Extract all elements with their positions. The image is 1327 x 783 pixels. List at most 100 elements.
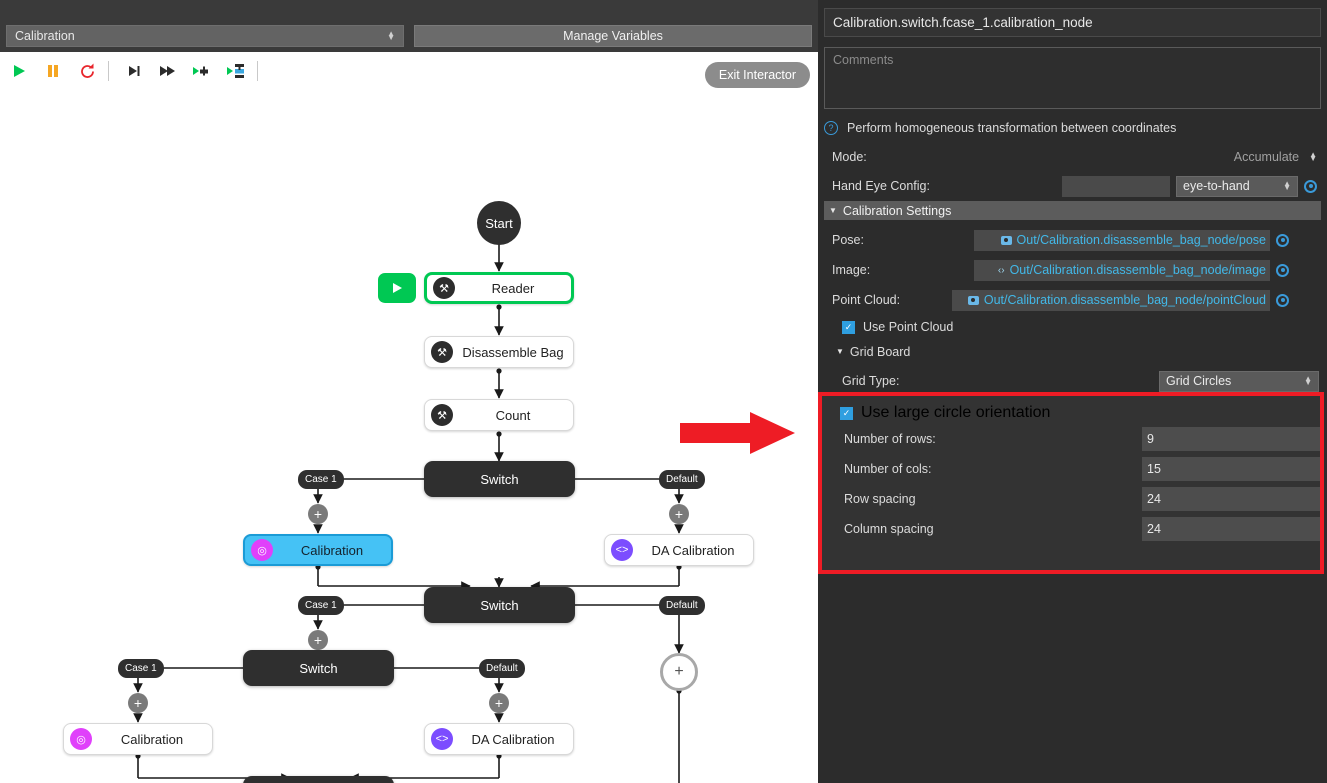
grid-type-row: Grid Type: Grid Circles ▲ ▼ <box>824 368 1321 394</box>
hand-eye-blank-field[interactable] <box>1062 175 1170 197</box>
pose-label: Pose: <box>832 233 864 247</box>
highlighted-grid-params-group: ✓ Use large circle orientation Number of… <box>818 392 1324 574</box>
port-case1-switch-1[interactable]: Case 1 <box>298 470 344 489</box>
chevron-updown-icon: ▲ ▼ <box>1304 373 1312 387</box>
flow-select-dropdown[interactable]: Calibration ▲ ▼ <box>6 25 404 47</box>
port-default-switch-3[interactable]: Default <box>479 659 525 678</box>
flow-editor-pane: Calibration ▲ ▼ Manage Variables Exit In… <box>0 0 818 783</box>
node-switch-1[interactable]: Switch <box>424 461 575 497</box>
row-spacing-value: 24 <box>1147 492 1161 506</box>
image-link-toggle[interactable] <box>1276 263 1289 277</box>
port-label: Default <box>666 600 698 611</box>
exit-interactor-button[interactable]: Exit Interactor <box>704 62 810 88</box>
calibration-settings-title: Calibration Settings <box>842 203 952 218</box>
pose-link-toggle[interactable] <box>1276 233 1289 247</box>
add-node-button[interactable]: + <box>669 504 689 524</box>
node-count[interactable]: ⚒ Count <box>424 399 574 431</box>
port-case1-switch-3[interactable]: Case 1 <box>118 659 164 678</box>
step-over-icon[interactable] <box>153 56 183 86</box>
add-node-button[interactable]: + <box>489 693 509 713</box>
calibration-settings-header[interactable]: ▼ Calibration Settings <box>824 201 1321 220</box>
node-switch-3[interactable]: Switch <box>243 650 394 686</box>
add-node-button[interactable]: + <box>308 504 328 524</box>
column-spacing-label: Column spacing <box>844 522 934 536</box>
grid-board-header[interactable]: ▼ Grid Board <box>824 342 1321 361</box>
number-of-cols-label: Number of cols: <box>844 462 932 476</box>
column-spacing-row: Column spacing 24 <box>822 514 1320 544</box>
hand-eye-link-toggle[interactable] <box>1304 179 1317 193</box>
point-cloud-value: Out/Calibration.disassemble_bag_node/poi… <box>983 293 1266 307</box>
chevron-down-icon: ▼ <box>836 347 844 356</box>
interact-icon[interactable] <box>221 56 251 86</box>
pose-row: Pose: Out/Calibration.disassemble_bag_no… <box>824 228 1321 252</box>
add-node-button[interactable]: + <box>308 630 328 650</box>
node-switch-3-label: Switch <box>299 660 338 676</box>
port-label: Default <box>486 663 518 674</box>
node-description-text: Perform homogeneous transformation betwe… <box>847 121 1177 135</box>
column-spacing-input[interactable]: 24 <box>1142 517 1320 541</box>
comments-textarea[interactable]: Comments <box>824 47 1321 109</box>
plus-icon: + <box>674 663 684 680</box>
port-case1-switch-2[interactable]: Case 1 <box>298 596 344 615</box>
number-of-cols-input[interactable]: 15 <box>1142 457 1320 481</box>
node-calibration-2-label: Calibration <box>120 731 184 747</box>
grid-type-dropdown[interactable]: Grid Circles ▲ ▼ <box>1159 370 1319 392</box>
use-point-cloud-label: Use Point Cloud <box>863 320 954 334</box>
add-node-button[interactable]: + <box>128 693 148 713</box>
flow-top-bar: Calibration ▲ ▼ Manage Variables <box>0 0 818 52</box>
number-of-rows-input[interactable]: 9 <box>1142 427 1320 451</box>
code-icon: <> <box>431 728 453 750</box>
checkbox-checked-icon[interactable]: ✓ <box>842 320 855 334</box>
run-to-node-icon[interactable] <box>187 56 217 86</box>
hand-eye-config-dropdown[interactable]: eye-to-hand ▲ ▼ <box>1176 175 1298 197</box>
node-start[interactable]: Start <box>477 201 521 245</box>
reset-icon[interactable] <box>72 56 102 86</box>
node-start-label: Start <box>485 215 513 231</box>
node-disassemble-bag[interactable]: ⚒ Disassemble Bag <box>424 336 574 368</box>
port-label: Case 1 <box>305 600 337 611</box>
use-point-cloud-row[interactable]: ✓ Use Point Cloud <box>824 316 1321 338</box>
mode-label: Mode: <box>832 150 867 164</box>
node-calibration-selected[interactable]: ◎ Calibration <box>243 534 393 566</box>
node-da-calibration-1[interactable]: <> DA Calibration <box>604 534 754 566</box>
node-switch-bottom[interactable] <box>243 776 394 783</box>
node-reader[interactable]: ⚒ Reader <box>424 272 574 304</box>
node-da-calibration-2[interactable]: <> DA Calibration <box>424 723 574 755</box>
use-large-circle-label: Use large circle orientation <box>861 404 1051 421</box>
node-switch-1-label: Switch <box>480 471 519 487</box>
point-cloud-link-toggle[interactable] <box>1276 293 1289 307</box>
run-from-here-button[interactable] <box>378 273 416 303</box>
point-cloud-link-field[interactable]: Out/Calibration.disassemble_bag_node/poi… <box>952 289 1270 311</box>
manage-variables-button[interactable]: Manage Variables <box>414 25 812 47</box>
use-large-circle-row[interactable]: ✓ Use large circle orientation <box>822 402 1320 424</box>
checkbox-checked-icon[interactable]: ✓ <box>840 406 853 420</box>
image-link-field[interactable]: ‹› Out/Calibration.disassemble_bag_node/… <box>974 259 1270 281</box>
node-path-field[interactable]: Calibration.switch.fcase_1.calibration_n… <box>824 8 1321 37</box>
app-window: Calibration ▲ ▼ Manage Variables Exit In… <box>0 0 1327 783</box>
chevron-updown-icon: ▲ ▼ <box>1283 178 1291 192</box>
step-icon[interactable] <box>119 56 149 86</box>
flow-select-value: Calibration <box>15 29 75 43</box>
node-da-calibration-1-label: DA Calibration <box>651 542 735 558</box>
port-label: Case 1 <box>305 474 337 485</box>
pose-link-field[interactable]: Out/Calibration.disassemble_bag_node/pos… <box>974 229 1270 251</box>
node-switch-2[interactable]: Switch <box>424 587 575 623</box>
code-icon: <> <box>611 539 633 561</box>
node-calibration-2[interactable]: ◎ Calibration <box>63 723 213 755</box>
grid-type-value: Grid Circles <box>1166 374 1232 388</box>
port-default-switch-2[interactable]: Default <box>659 596 705 615</box>
wrench-icon: ⚒ <box>431 341 453 363</box>
port-label: Case 1 <box>125 663 157 674</box>
grid-type-label: Grid Type: <box>842 374 900 388</box>
port-default-switch-1[interactable]: Default <box>659 470 705 489</box>
row-spacing-input[interactable]: 24 <box>1142 487 1320 511</box>
pause-icon[interactable] <box>38 56 68 86</box>
pose-value: Out/Calibration.disassemble_bag_node/pos… <box>1016 233 1266 247</box>
help-icon[interactable]: ? <box>824 121 838 135</box>
mode-dropdown[interactable]: Accumulate ▲ ▼ <box>1060 150 1321 164</box>
comments-placeholder: Comments <box>833 53 894 67</box>
add-node-circle-button[interactable]: + <box>660 653 698 691</box>
wrench-icon: ⚒ <box>431 404 453 426</box>
wrench-icon: ⚒ <box>433 277 455 299</box>
run-icon[interactable] <box>4 56 34 86</box>
